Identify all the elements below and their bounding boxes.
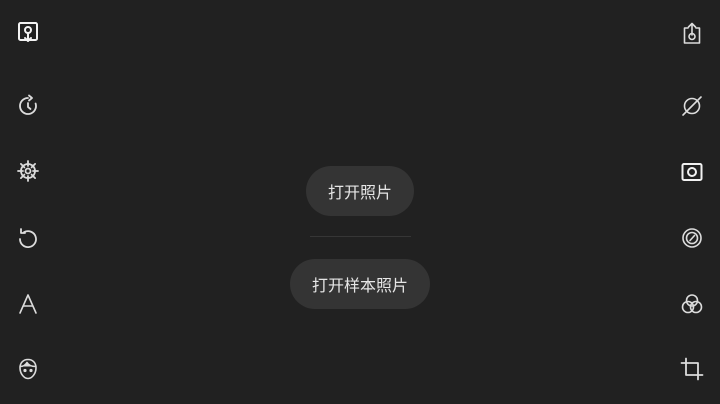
- center-actions: 打开照片 打开样本照片: [0, 0, 720, 404]
- open-photo-button[interactable]: 打开照片: [306, 166, 414, 216]
- open-sample-photo-label: 打开样本照片: [312, 276, 409, 295]
- divider: [310, 236, 411, 237]
- open-sample-photo-button[interactable]: 打开样本照片: [290, 259, 430, 309]
- open-photo-label: 打开照片: [328, 183, 393, 202]
- photo-editor-screen: 打开照片 打开样本照片: [0, 0, 720, 404]
